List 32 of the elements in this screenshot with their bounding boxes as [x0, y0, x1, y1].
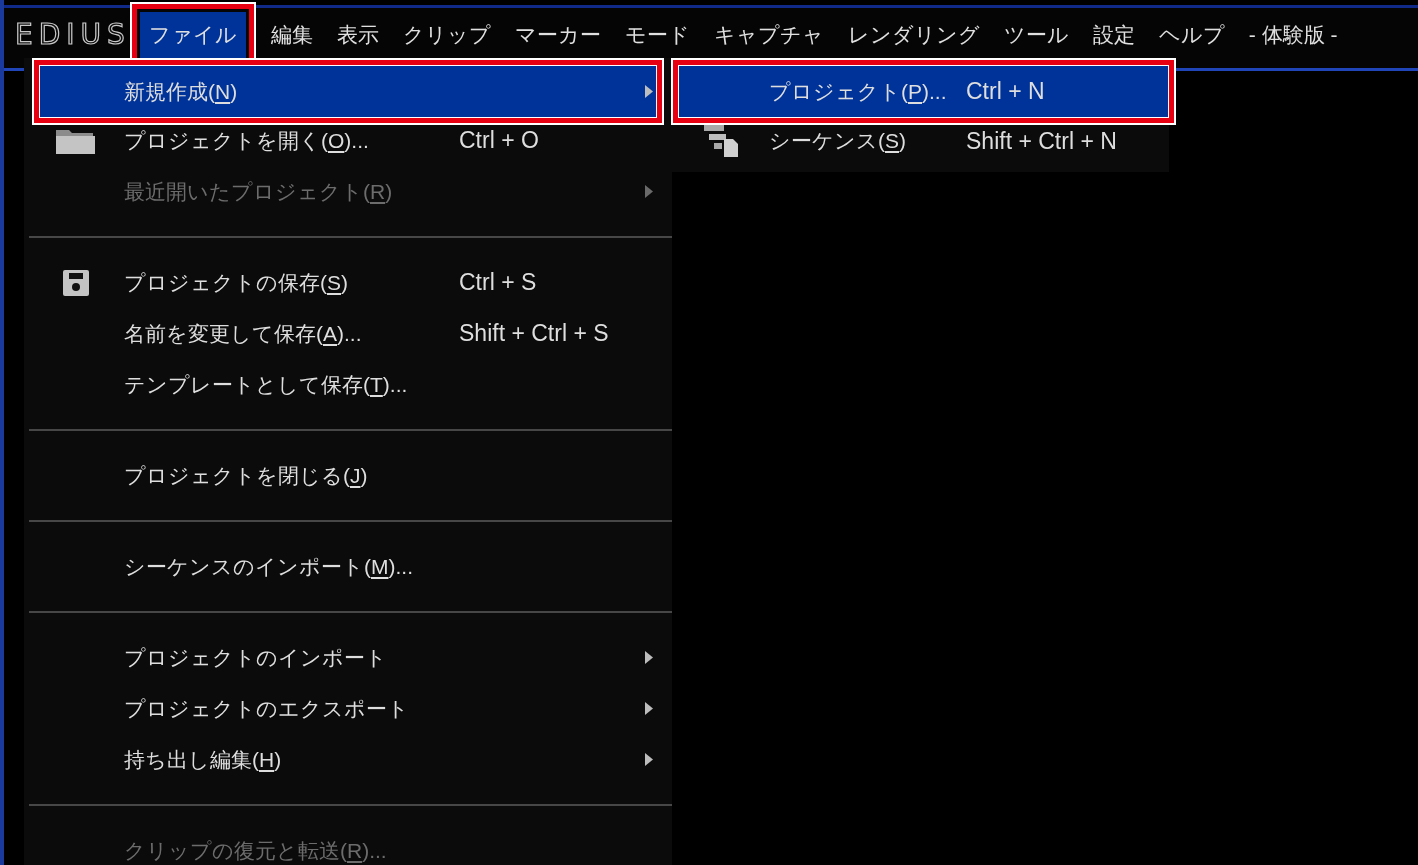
menu-bar-item[interactable]: 表示	[327, 12, 388, 58]
menu-bar-item[interactable]: ファイル	[139, 12, 246, 58]
menu-item[interactable]: プロジェクトのインポート	[42, 632, 656, 683]
menu-item[interactable]: 名前を変更して保存(A)... Shift + Ctrl + S	[42, 308, 656, 359]
shortcut-label: Ctrl + N	[966, 78, 1046, 105]
shortcut-label: Ctrl + S	[459, 269, 537, 296]
menu-item[interactable]: 新規作成(N)	[40, 66, 656, 117]
menu-item[interactable]: プロジェクト(P)... Ctrl + N	[679, 66, 1168, 117]
menu-item[interactable]: 持ち出し編集(H)	[42, 734, 656, 785]
menu-item[interactable]: プロジェクトのエクスポート	[42, 683, 656, 734]
menu-bar-item[interactable]: キャプチャ	[704, 12, 833, 58]
menu-item[interactable]: プロジェクトを開く(O)... Ctrl + O	[42, 125, 656, 166]
app-logo: EDIUS	[15, 17, 131, 53]
stacked-bars-document-icon	[703, 125, 738, 157]
menu-bar-item[interactable]: 設定	[1083, 12, 1144, 58]
menu-bar-item[interactable]: ツール	[994, 12, 1078, 58]
shortcut-label: Shift + Ctrl + N	[966, 127, 1118, 155]
menu-bar-item[interactable]: クリップ	[393, 12, 500, 58]
menu-item[interactable]: プロジェクトの保存(S) Ctrl + S	[42, 257, 656, 308]
menu-item[interactable]: プロジェクトを閉じる(J)	[42, 450, 656, 501]
folder-icon	[56, 127, 96, 154]
menu-bar-item[interactable]: モード	[615, 12, 699, 58]
menu-item[interactable]: テンプレートとして保存(T)...	[42, 359, 656, 410]
menu-bar-item[interactable]: マーカー	[505, 12, 610, 58]
menu-bar-item[interactable]: レンダリング	[838, 12, 989, 58]
menu-bar-item[interactable]: 編集	[261, 12, 322, 58]
menu-item[interactable]: シーケンス(S) Shift + Ctrl + N	[672, 125, 1169, 172]
shortcut-label: Shift + Ctrl + S	[459, 320, 609, 347]
menu-item[interactable]: シーケンスのインポート(M)...	[42, 541, 656, 592]
edition-label: - 体験版 -	[1247, 22, 1339, 48]
shortcut-label: Ctrl + O	[459, 127, 539, 154]
menu-bar-item[interactable]: ヘルプ	[1149, 12, 1234, 58]
